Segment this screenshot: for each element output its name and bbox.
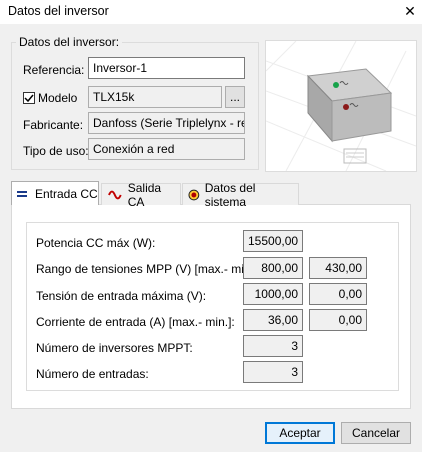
tab-entrada-cc-label: Entrada CC (35, 186, 98, 201)
tension-label: Tensión de entrada máxima (V): (36, 289, 207, 303)
modelo-field: TLX15k (88, 86, 222, 108)
check-icon (24, 94, 34, 103)
referencia-label: Referencia: (23, 63, 85, 77)
potencia-field: 15500,00 (243, 230, 303, 252)
potencia-label: Potencia CC máx (W): (36, 236, 156, 250)
tab-salida-ca[interactable]: Salida CA (101, 181, 181, 209)
cancel-button-label: Cancelar (351, 426, 401, 440)
close-icon: ✕ (404, 2, 416, 19)
entradas-field: 3 (243, 361, 303, 383)
cancel-button[interactable]: Cancelar (341, 422, 411, 444)
referencia-input[interactable]: Inversor-1 (88, 57, 245, 79)
inverter-3d-preview (265, 40, 417, 172)
window-title: Datos del inversor (8, 4, 109, 18)
target-icon (188, 189, 200, 200)
rango-max-field: 800,00 (243, 257, 303, 279)
tipo-uso-field: Conexión a red (88, 138, 245, 160)
tab-datos-sistema-label: Datos del sistema (204, 180, 256, 209)
modelo-checkbox-box[interactable] (23, 92, 35, 104)
rango-min-field: 430,00 (309, 257, 367, 279)
tab-datos-sistema[interactable]: Datos del sistema (182, 181, 299, 209)
fabricante-label: Fabricante: (23, 118, 84, 132)
rango-label: Rango de tensiones MPP (V) [max.- min.]: (36, 262, 261, 276)
close-button[interactable]: ✕ (398, 0, 422, 22)
mppt-label: Número de inversores MPPT: (36, 341, 193, 355)
modelo-label: Modelo (38, 91, 78, 105)
browse-model-button[interactable]: ... (225, 86, 245, 108)
entradas-label: Número de entradas: (36, 367, 149, 381)
corriente-label: Corriente de entrada (A) [max.- min.]: (36, 315, 235, 329)
mppt-field: 3 (243, 335, 303, 357)
dc-icon (17, 190, 27, 197)
fabricante-field: Danfoss (Serie Triplelynx - red) (88, 112, 245, 134)
corriente-min-field: 0,00 (309, 309, 367, 331)
tipo-uso-label: Tipo de uso: (23, 144, 89, 158)
modelo-checkbox[interactable]: Modelo (23, 91, 77, 105)
accept-button[interactable]: Aceptar (265, 422, 335, 444)
browse-ellipsis: ... (229, 90, 240, 104)
tab-salida-ca-label: Salida CA (127, 180, 162, 209)
inverter-box-illustration (265, 40, 417, 172)
tension-second-field: 0,00 (309, 283, 367, 305)
tension-field: 1000,00 (243, 283, 303, 305)
accept-button-label: Aceptar (279, 426, 321, 440)
inverter-data-legend: Datos del inversor: (16, 35, 123, 49)
tab-entrada-cc[interactable]: Entrada CC (11, 181, 99, 205)
corriente-max-field: 36,00 (243, 309, 303, 331)
ac-wave-icon (108, 190, 122, 199)
